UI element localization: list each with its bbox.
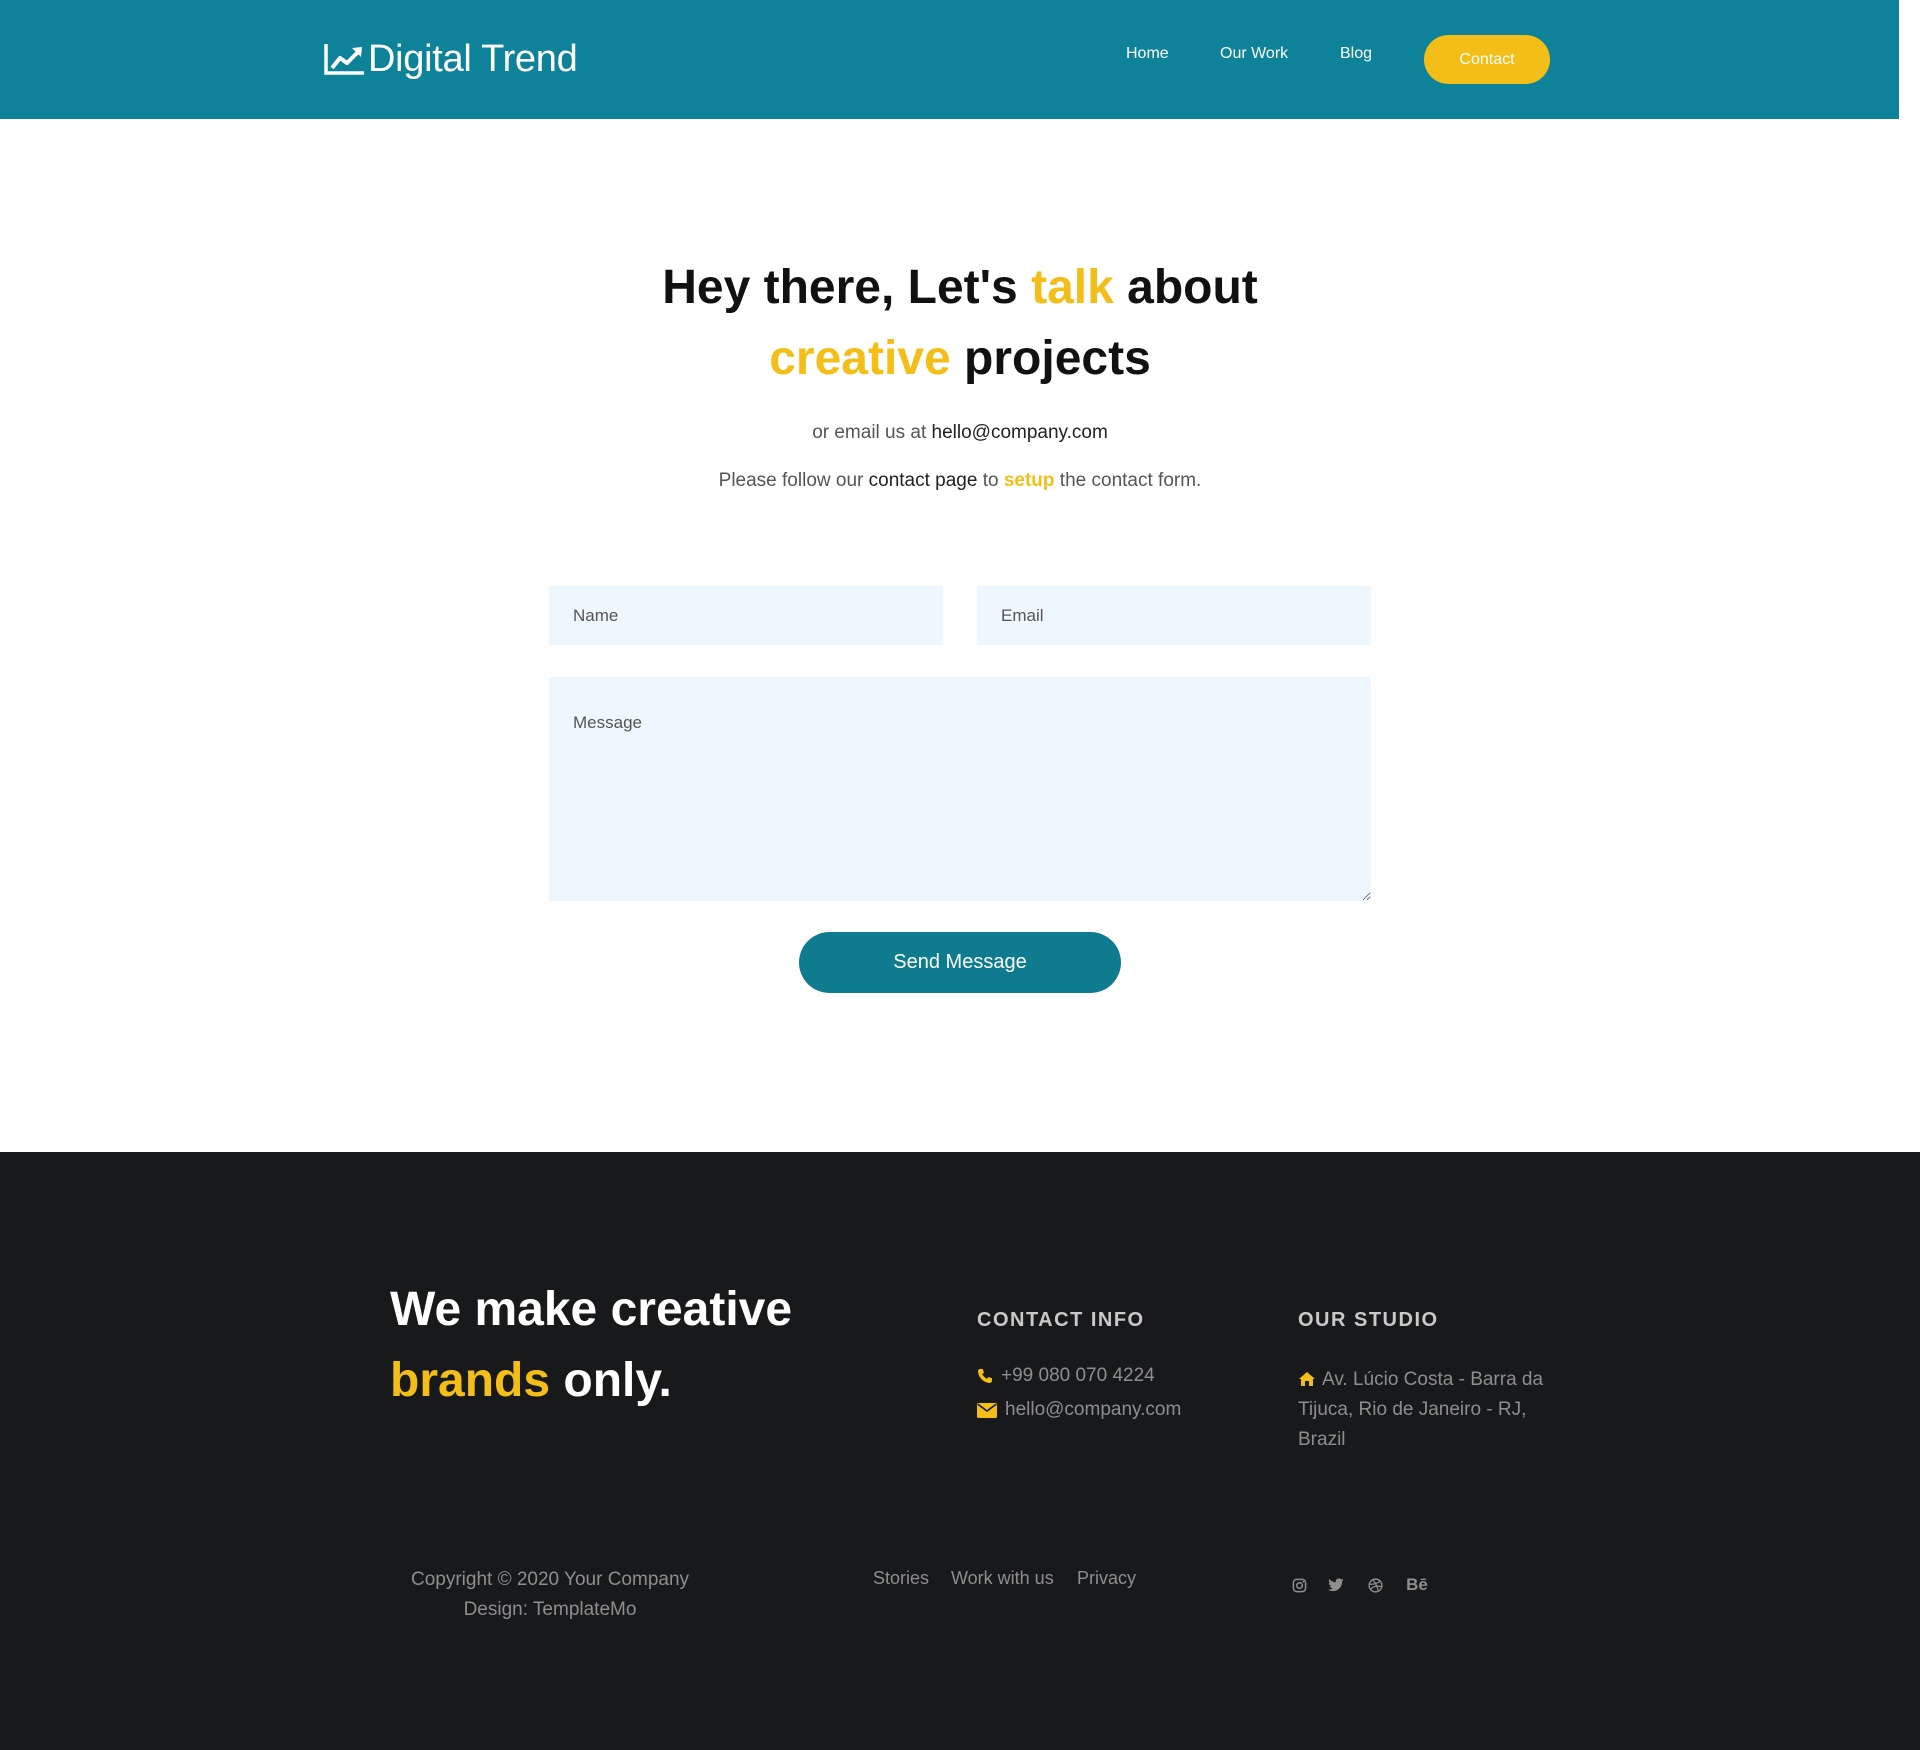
nav-contact-button[interactable]: Contact [1424,35,1550,84]
hero-title-text: Hey there, Let's [662,261,1032,314]
footer-tagline-text: only. [550,1354,672,1407]
hero-title-text: about [1113,261,1258,314]
hero-title-text: projects [950,332,1151,385]
footer-link-privacy[interactable]: Privacy [1077,1568,1136,1589]
footer-link-stories[interactable]: Stories [873,1568,929,1589]
hero-title-highlight-creative: creative [769,332,951,385]
brand-name: Digital Trend [368,37,578,80]
hero-instructions: Please follow our contact page to setup … [0,470,1920,492]
line-chart-icon [324,44,364,75]
footer-email: hello@company.com [977,1399,1181,1421]
footer [0,1152,1920,1750]
name-input[interactable] [549,586,943,645]
nav-link-home[interactable]: Home [1126,45,1169,63]
hero-instructions-text: the contact form. [1054,470,1202,491]
contact-page-link[interactable]: contact page [869,470,978,491]
instagram-icon[interactable] [1290,1576,1308,1594]
footer-phone: +99 080 070 4224 [977,1365,1155,1387]
hero-email-prefix: or email us at [812,422,932,443]
footer-link-work-with-us[interactable]: Work with us [951,1568,1054,1589]
design-credit-link[interactable]: Design: TemplateMo [464,1599,637,1620]
dribbble-icon[interactable] [1366,1576,1384,1594]
hero-instructions-text: to [977,470,1004,491]
contact-info-heading: CONTACT INFO [977,1309,1145,1331]
behance-icon[interactable]: Bē [1404,1575,1430,1594]
email-input[interactable] [977,586,1371,645]
copyright: Copyright © 2020 Your Company Design: Te… [390,1565,710,1625]
footer-phone-link[interactable]: +99 080 070 4224 [1001,1365,1155,1387]
send-message-button[interactable]: Send Message [799,932,1121,993]
brand-link[interactable]: Digital Trend [324,36,578,82]
footer-tagline: We make creative brands only. [390,1274,792,1416]
home-icon [1299,1372,1315,1386]
hero-email-line: or email us at hello@company.com [0,422,1920,444]
footer-email-link[interactable]: hello@company.com [1005,1399,1181,1421]
hero-instructions-text: Please follow our [718,470,869,491]
hero-email-link[interactable]: hello@company.com [932,422,1108,443]
hero-title: Hey there, Let's talk about creative pro… [0,252,1920,394]
hero-title-highlight-talk: talk [1031,261,1114,314]
footer-tagline-highlight: brands [390,1354,551,1407]
footer-address: Av. Lúcio Costa - Barra da Tijuca, Rio d… [1298,1365,1578,1455]
setup-link[interactable]: setup [1004,470,1055,491]
footer-address-text: Av. Lúcio Costa - Barra da Tijuca, Rio d… [1298,1369,1544,1450]
message-textarea[interactable] [549,677,1371,901]
envelope-icon [977,1402,997,1418]
navbar: Digital Trend Home Our Work Blog Contact [0,0,1899,119]
copyright-text: Copyright © 2020 Your Company [410,1569,690,1590]
twitter-icon[interactable] [1327,1576,1345,1594]
nav-link-our-work[interactable]: Our Work [1220,45,1288,63]
phone-icon [978,1369,992,1383]
nav-link-blog[interactable]: Blog [1340,45,1372,63]
footer-tagline-text: We make creative [390,1283,793,1336]
our-studio-heading: OUR STUDIO [1298,1309,1439,1331]
